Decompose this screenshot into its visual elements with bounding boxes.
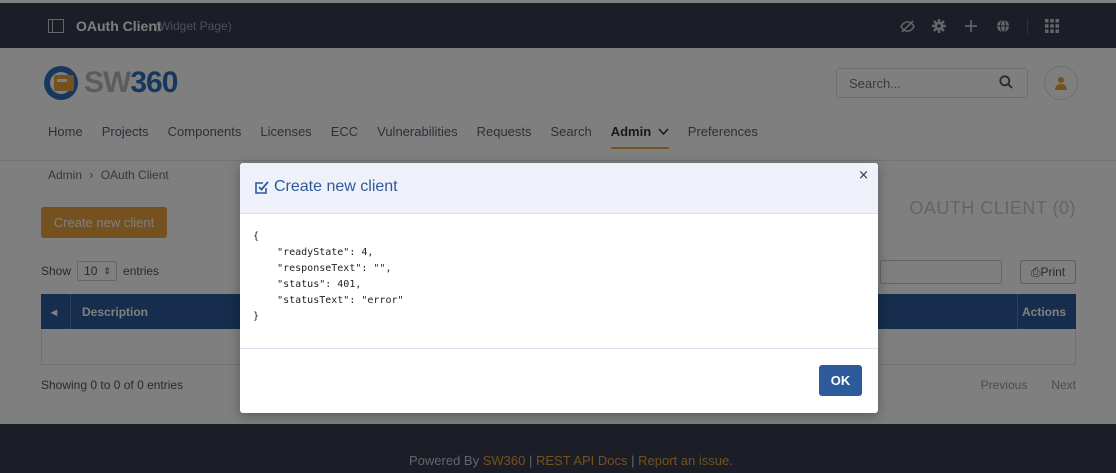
ok-button[interactable]: OK bbox=[819, 365, 862, 396]
response-json: { "readyState": 4, "responseText": "", "… bbox=[253, 231, 404, 322]
dialog-body: { "readyState": 4, "responseText": "", "… bbox=[240, 214, 878, 349]
close-button[interactable]: × bbox=[858, 168, 869, 183]
dialog-title: Create new client bbox=[254, 178, 398, 196]
dialog-header: Create new client × bbox=[240, 163, 878, 214]
dialog-title-text: Create new client bbox=[274, 178, 398, 195]
create-client-dialog: Create new client × { "readyState": 4, "… bbox=[240, 163, 878, 413]
checkbox-edit-icon bbox=[255, 180, 269, 194]
